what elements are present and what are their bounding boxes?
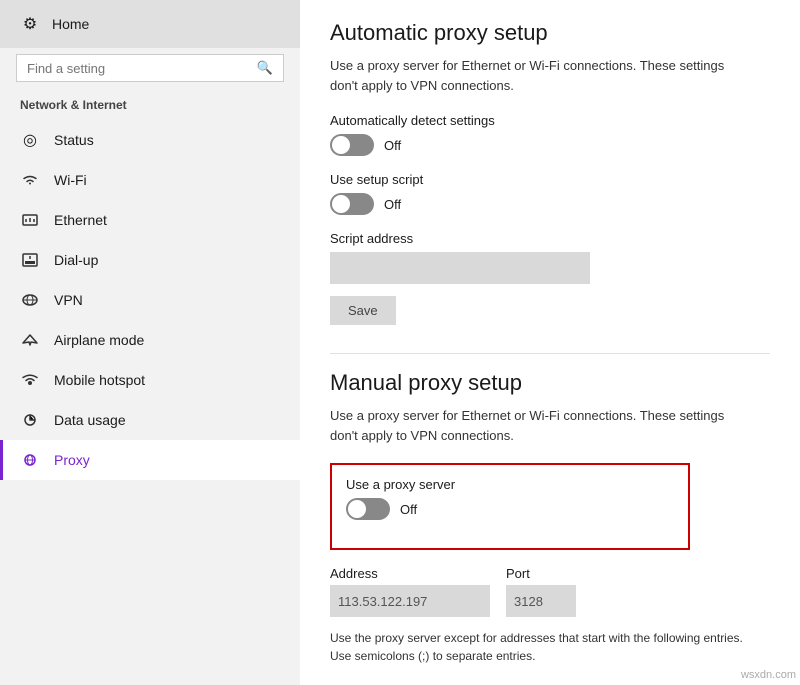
ethernet-icon — [20, 210, 40, 230]
setup-script-label: Use setup script — [330, 172, 770, 187]
sidebar-item-dialup[interactable]: Dial-up — [0, 240, 300, 280]
sidebar-item-status[interactable]: ◎ Status — [0, 120, 300, 160]
home-label: Home — [52, 16, 89, 32]
port-input[interactable] — [506, 585, 576, 617]
setup-script-toggle[interactable] — [330, 193, 374, 215]
sidebar-item-label: Mobile hotspot — [54, 372, 145, 388]
sidebar-home-item[interactable]: ⚙ Home — [0, 0, 300, 48]
sidebar-item-airplane[interactable]: Airplane mode — [0, 320, 300, 360]
sidebar-item-ethernet[interactable]: Ethernet — [0, 200, 300, 240]
sidebar-item-label: VPN — [54, 292, 83, 308]
auto-detect-label: Automatically detect settings — [330, 113, 770, 128]
use-proxy-toggle-row: Off — [346, 498, 674, 520]
airplane-icon — [20, 330, 40, 350]
sidebar-item-vpn[interactable]: VPN — [0, 280, 300, 320]
use-proxy-box: Use a proxy server Off — [330, 463, 690, 550]
sidebar-section-label: Network & Internet — [0, 94, 300, 120]
use-proxy-label: Use a proxy server — [346, 477, 674, 492]
sidebar-item-datausage[interactable]: Data usage — [0, 400, 300, 440]
auto-section-desc: Use a proxy server for Ethernet or Wi-Fi… — [330, 56, 750, 95]
auto-detect-state: Off — [384, 138, 401, 153]
auto-section-title: Automatic proxy setup — [330, 20, 770, 46]
sidebar-item-label: Airplane mode — [54, 332, 144, 348]
search-icon: 🔍 — [257, 60, 273, 76]
manual-section-desc: Use a proxy server for Ethernet or Wi-Fi… — [330, 406, 750, 445]
sidebar-item-label: Proxy — [54, 452, 90, 468]
hotspot-icon — [20, 370, 40, 390]
status-icon: ◎ — [20, 130, 40, 150]
address-port-row: Address Port — [330, 566, 770, 617]
setup-script-toggle-row: Off — [330, 193, 770, 215]
datausage-icon — [20, 410, 40, 430]
sidebar-item-label: Data usage — [54, 412, 126, 428]
sidebar-item-hotspot[interactable]: Mobile hotspot — [0, 360, 300, 400]
address-label: Address — [330, 566, 490, 581]
watermark: wsxdn.com — [741, 669, 796, 681]
manual-section-title: Manual proxy setup — [330, 370, 770, 396]
use-proxy-toggle[interactable] — [346, 498, 390, 520]
main-content: Automatic proxy setup Use a proxy server… — [300, 0, 800, 685]
auto-detect-toggle[interactable] — [330, 134, 374, 156]
bottom-note: Use the proxy server except for addresse… — [330, 629, 750, 665]
wifi-icon — [20, 170, 40, 190]
search-box: 🔍 — [16, 54, 284, 82]
dialup-icon — [20, 250, 40, 270]
sidebar-item-proxy[interactable]: Proxy — [0, 440, 300, 480]
proxy-icon — [20, 450, 40, 470]
port-label: Port — [506, 566, 576, 581]
section-divider — [330, 353, 770, 354]
address-group: Address — [330, 566, 490, 617]
home-icon: ⚙ — [20, 14, 40, 34]
sidebar-item-label: Status — [54, 132, 94, 148]
sidebar-item-label: Wi-Fi — [54, 172, 87, 188]
sidebar-item-label: Ethernet — [54, 212, 107, 228]
address-input[interactable] — [330, 585, 490, 617]
vpn-icon — [20, 290, 40, 310]
script-address-label: Script address — [330, 231, 770, 246]
search-input[interactable] — [27, 61, 249, 76]
sidebar-item-wifi[interactable]: Wi-Fi — [0, 160, 300, 200]
save-button[interactable]: Save — [330, 296, 396, 325]
port-group: Port — [506, 566, 576, 617]
sidebar-item-label: Dial-up — [54, 252, 98, 268]
setup-script-state: Off — [384, 197, 401, 212]
auto-detect-toggle-row: Off — [330, 134, 770, 156]
sidebar: ⚙ Home 🔍 Network & Internet ◎ Status Wi-… — [0, 0, 300, 685]
script-address-input[interactable] — [330, 252, 590, 284]
use-proxy-state: Off — [400, 502, 417, 517]
